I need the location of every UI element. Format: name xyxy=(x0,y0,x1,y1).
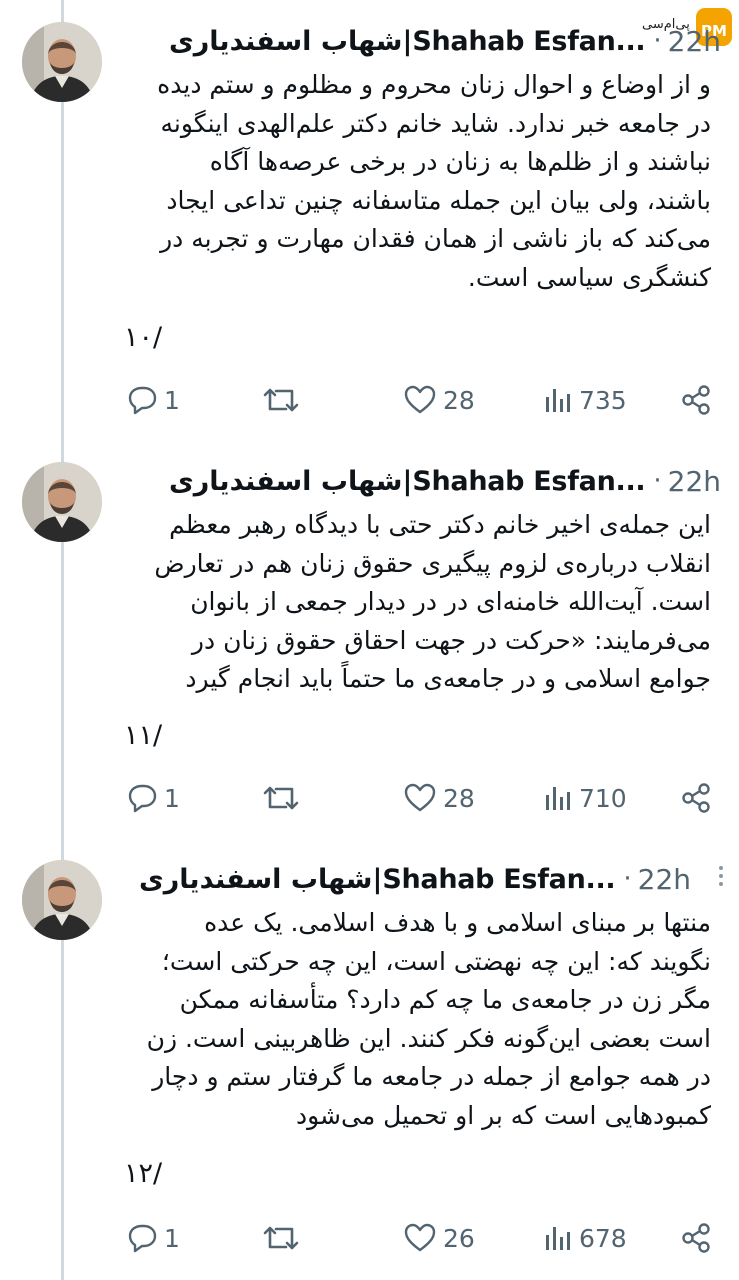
share-button[interactable] xyxy=(680,1218,712,1258)
avatar[interactable] xyxy=(22,860,102,940)
share-icon xyxy=(682,385,710,415)
analytics-icon xyxy=(546,787,570,810)
tweet-header: شهاب اسفندیاری|Shahab Esfan... · 22h xyxy=(169,460,721,502)
author-name[interactable]: شهاب اسفندیاری|Shahab Esfan... xyxy=(169,26,646,57)
reply-icon xyxy=(128,386,157,415)
like-button[interactable]: 28 xyxy=(403,380,475,420)
views-button[interactable]: 735 xyxy=(543,380,627,420)
author-name[interactable]: شهاب اسفندیاری|Shahab Esfan... xyxy=(169,466,646,497)
reply-count: 1 xyxy=(164,385,180,415)
more-options-button[interactable] xyxy=(717,864,725,890)
timestamp[interactable]: 22h xyxy=(638,863,691,896)
more-dot-icon xyxy=(719,882,723,886)
timestamp[interactable]: 22h xyxy=(668,25,721,58)
more-dot-icon xyxy=(719,874,723,878)
tweet-header: شهاب اسفندیاری|Shahab Esfan... · 22h xyxy=(169,20,721,62)
like-button[interactable]: 26 xyxy=(403,1218,475,1258)
heart-icon xyxy=(404,783,436,812)
separator-dot: · xyxy=(653,26,662,56)
author-name[interactable]: شهاب اسفندیاری|Shahab Esfan... xyxy=(139,864,616,895)
like-count: 28 xyxy=(443,783,475,813)
separator-dot: · xyxy=(653,466,662,496)
retweet-icon xyxy=(263,786,299,810)
views-button[interactable]: 678 xyxy=(543,1218,627,1258)
avatar[interactable] xyxy=(22,22,102,102)
retweet-button[interactable] xyxy=(262,778,306,818)
like-count: 26 xyxy=(443,1223,475,1253)
tweet[interactable]: شهاب اسفندیاری|Shahab Esfan... · 22h و ا… xyxy=(0,0,739,440)
analytics-icon xyxy=(546,1227,570,1250)
action-bar: 1 26 678 xyxy=(0,1218,739,1258)
view-count: 678 xyxy=(579,1223,627,1253)
action-bar: 1 28 735 xyxy=(0,380,739,420)
tweet-header: شهاب اسفندیاری|Shahab Esfan... · 22h xyxy=(139,858,691,900)
tweet-text: این جمله‌ی اخیر خانم دکتر حتی با دیدگاه … xyxy=(154,510,711,693)
reply-count: 1 xyxy=(164,1223,180,1253)
tweet[interactable]: شهاب اسفندیاری|Shahab Esfan... · 22h منت… xyxy=(0,838,739,1280)
share-icon xyxy=(682,1223,710,1253)
share-button[interactable] xyxy=(680,380,712,420)
reply-button[interactable]: 1 xyxy=(126,778,180,818)
thread-number: ۱۲/ xyxy=(124,1158,163,1189)
separator-dot: · xyxy=(623,864,632,894)
more-dot-icon xyxy=(719,866,723,870)
reply-button[interactable]: 1 xyxy=(126,1218,180,1258)
like-count: 28 xyxy=(443,385,475,415)
action-bar: 1 28 710 xyxy=(0,778,739,818)
thread-number: ۱۰/ xyxy=(124,322,163,353)
reply-icon xyxy=(128,1224,157,1253)
avatar[interactable] xyxy=(22,462,102,542)
heart-icon xyxy=(404,385,436,414)
tweet-text: و از اوضاع و احوال زنان محروم و مظلوم و … xyxy=(157,70,711,292)
retweet-icon xyxy=(263,1226,299,1250)
share-button[interactable] xyxy=(680,778,712,818)
retweet-button[interactable] xyxy=(262,1218,306,1258)
share-icon xyxy=(682,783,710,813)
tweet[interactable]: شهاب اسفندیاری|Shahab Esfan... · 22h این… xyxy=(0,440,739,840)
timestamp[interactable]: 22h xyxy=(668,465,721,498)
tweet-text: منتها بر مبنای اسلامی و با هدف اسلامی. ی… xyxy=(146,908,711,1130)
thread-number: ۱۱/ xyxy=(124,720,163,751)
retweet-button[interactable] xyxy=(262,380,306,420)
view-count: 710 xyxy=(579,783,627,813)
retweet-icon xyxy=(263,388,299,412)
views-button[interactable]: 710 xyxy=(543,778,627,818)
heart-icon xyxy=(404,1223,436,1252)
reply-icon xyxy=(128,784,157,813)
reply-button[interactable]: 1 xyxy=(126,380,180,420)
like-button[interactable]: 28 xyxy=(403,778,475,818)
analytics-icon xyxy=(546,389,570,412)
reply-count: 1 xyxy=(164,783,180,813)
view-count: 735 xyxy=(579,385,627,415)
